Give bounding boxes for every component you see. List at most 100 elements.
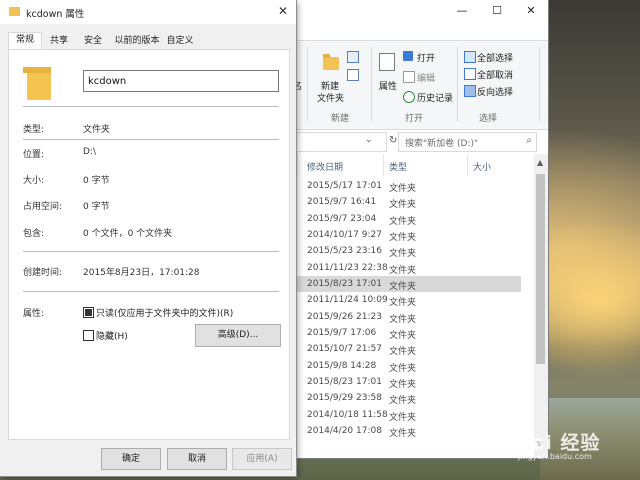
column-separator[interactable] — [383, 154, 384, 176]
ok-button[interactable]: 确定 — [101, 448, 161, 470]
search-box[interactable]: 搜索"新加卷 (D:)" ⌕ — [398, 132, 537, 152]
row-date: 2015/9/7 16:41 — [307, 197, 377, 208]
size-label: 大小: — [23, 176, 45, 186]
table-row[interactable]: 2015/9/7 23:04 文件夹 — [293, 211, 521, 227]
new-folder-label-2[interactable]: 文件夹 — [317, 91, 344, 104]
table-row[interactable]: 2015/9/29 23:58 文件夹 — [293, 390, 521, 406]
tab-sharing[interactable]: 共享 — [42, 34, 76, 49]
open-icon[interactable] — [403, 51, 413, 61]
advanced-button[interactable]: 高级(D)... — [195, 324, 281, 347]
row-type: 文件夹 — [389, 200, 417, 211]
hidden-label[interactable]: 隐藏(H) — [96, 329, 128, 342]
new-folder-icon[interactable] — [323, 54, 339, 70]
edit-icon[interactable] — [403, 71, 415, 83]
table-row[interactable]: 2015/5/17 17:01 文件夹 — [293, 178, 521, 194]
column-header-date[interactable]: 修改日期 — [307, 160, 343, 173]
row-type: 文件夹 — [389, 298, 417, 309]
readonly-checkbox[interactable] — [83, 307, 94, 318]
ribbon-separator — [307, 47, 308, 121]
disk-size-label: 占用空间: — [23, 202, 63, 212]
table-row[interactable]: 2011/11/23 22:38 文件夹 — [293, 260, 521, 276]
row-date: 2011/11/23 22:38 — [307, 262, 388, 273]
table-row[interactable]: 2015/9/26 21:23 文件夹 — [293, 309, 521, 325]
search-placeholder: 搜索"新加卷 (D:)" — [405, 139, 479, 149]
ribbon-separator — [457, 47, 458, 121]
row-type: 文件夹 — [389, 184, 417, 194]
table-row[interactable]: 2015/8/23 17:01 文件夹 — [293, 374, 521, 390]
maximize-button[interactable]: ☐ — [480, 0, 514, 22]
row-date: 2015/5/17 17:01 — [307, 181, 382, 191]
row-date: 2015/10/7 21:57 — [307, 344, 382, 355]
refresh-icon[interactable]: ↻ — [389, 135, 397, 146]
row-date: 2015/9/26 21:23 — [307, 311, 382, 322]
close-icon[interactable]: ✕ — [278, 4, 288, 18]
open-label[interactable]: 打开 — [417, 51, 435, 64]
column-separator — [297, 154, 298, 176]
new-item-icon[interactable] — [347, 51, 359, 63]
table-row[interactable]: 2015/8/23 17:01 文件夹 — [293, 276, 521, 293]
row-date: 2014/10/18 11:58 — [307, 409, 388, 420]
table-row[interactable]: 2014/4/20 17:08 文件夹 — [293, 423, 521, 439]
watermark-url: jingyan.baidu.com — [518, 452, 592, 461]
divider — [23, 139, 279, 140]
row-type: 文件夹 — [389, 314, 417, 325]
table-row[interactable]: 2015/5/23 23:16 文件夹 — [293, 243, 521, 259]
table-row[interactable]: 2015/10/7 21:57 文件夹 — [293, 341, 521, 357]
properties-icon[interactable] — [379, 53, 395, 71]
search-icon[interactable]: ⌕ — [526, 135, 532, 146]
row-type: 文件夹 — [389, 216, 417, 227]
type-value: 文件夹 — [83, 125, 111, 135]
apply-button[interactable]: 应用(A) — [232, 448, 292, 470]
explorer-titlebar: — ☐ ✕ — [293, 0, 548, 22]
tab-security[interactable]: 安全 — [76, 34, 110, 49]
tab-previous-versions[interactable]: 以前的版本 — [111, 34, 163, 49]
invert-selection-icon[interactable] — [464, 85, 476, 97]
column-separator[interactable] — [467, 154, 468, 176]
folder-icon — [9, 7, 20, 16]
select-none-icon[interactable] — [464, 68, 476, 80]
address-bar[interactable]: ⌄ — [293, 132, 387, 152]
table-row[interactable]: 2015/9/7 17:06 文件夹 — [293, 325, 521, 341]
scroll-up-icon[interactable]: ▲ — [537, 158, 543, 167]
edit-label[interactable]: 编辑 — [417, 71, 435, 84]
row-type: 文件夹 — [389, 396, 417, 407]
folder-name-input[interactable]: kcdown — [83, 70, 279, 92]
address-dropdown-icon[interactable]: ⌄ — [365, 135, 373, 145]
table-row[interactable]: 2014/10/17 9:27 文件夹 — [293, 227, 521, 243]
properties-label[interactable]: 属性 — [379, 79, 397, 92]
close-button[interactable]: ✕ — [514, 0, 548, 22]
vertical-scrollbar[interactable]: ▲ ▼ — [534, 154, 548, 458]
scrollbar-thumb[interactable] — [536, 174, 545, 364]
easy-access-icon[interactable] — [347, 69, 359, 81]
cancel-button[interactable]: 取消 — [167, 448, 227, 470]
watermark-text: Bai 经验 — [516, 432, 601, 454]
size-value: 0 字节 — [83, 176, 110, 186]
history-label[interactable]: 历史记录 — [417, 91, 453, 104]
select-all-label[interactable]: 全部选择 — [477, 51, 513, 64]
disk-size-value: 0 字节 — [83, 202, 110, 212]
minimize-button[interactable]: — — [445, 0, 479, 22]
history-icon[interactable] — [403, 91, 415, 103]
row-type: 文件夹 — [389, 363, 417, 374]
file-list: 2015/5/17 17:01 文件夹 2015/9/7 16:41 文件夹 2015/… — [293, 178, 533, 440]
created-label: 创建时间: — [23, 268, 63, 278]
watermark: Bai 经验 jingyan.baidu.com — [494, 428, 640, 461]
table-row[interactable]: 2015/9/8 14:28 文件夹 — [293, 358, 521, 374]
table-row[interactable]: 2011/11/24 10:09 文件夹 — [293, 292, 521, 308]
ribbon-tabs: ? — [293, 22, 548, 59]
dialog-title: kcdown 属性 — [26, 9, 85, 20]
table-row[interactable]: 2015/9/7 16:41 文件夹 — [293, 194, 521, 210]
invert-selection-label[interactable]: 反向选择 — [477, 85, 513, 98]
row-type: 文件夹 — [389, 331, 417, 342]
column-header-type[interactable]: 类型 — [389, 160, 407, 173]
table-row[interactable]: 2014/10/18 11:58 文件夹 — [293, 407, 521, 423]
column-header-size[interactable]: 大小 — [473, 160, 491, 173]
dialog-titlebar: kcdown 属性 ✕ — [0, 0, 296, 24]
readonly-label[interactable]: 只读(仅应用于文件夹中的文件)(R) — [96, 306, 233, 319]
tab-customize[interactable]: 自定义 — [163, 34, 197, 49]
select-all-icon[interactable] — [464, 51, 476, 63]
location-value: D:\ — [83, 147, 96, 157]
hidden-checkbox[interactable] — [83, 330, 94, 341]
type-label: 类型: — [23, 125, 45, 135]
select-none-label[interactable]: 全部取消 — [477, 68, 513, 81]
